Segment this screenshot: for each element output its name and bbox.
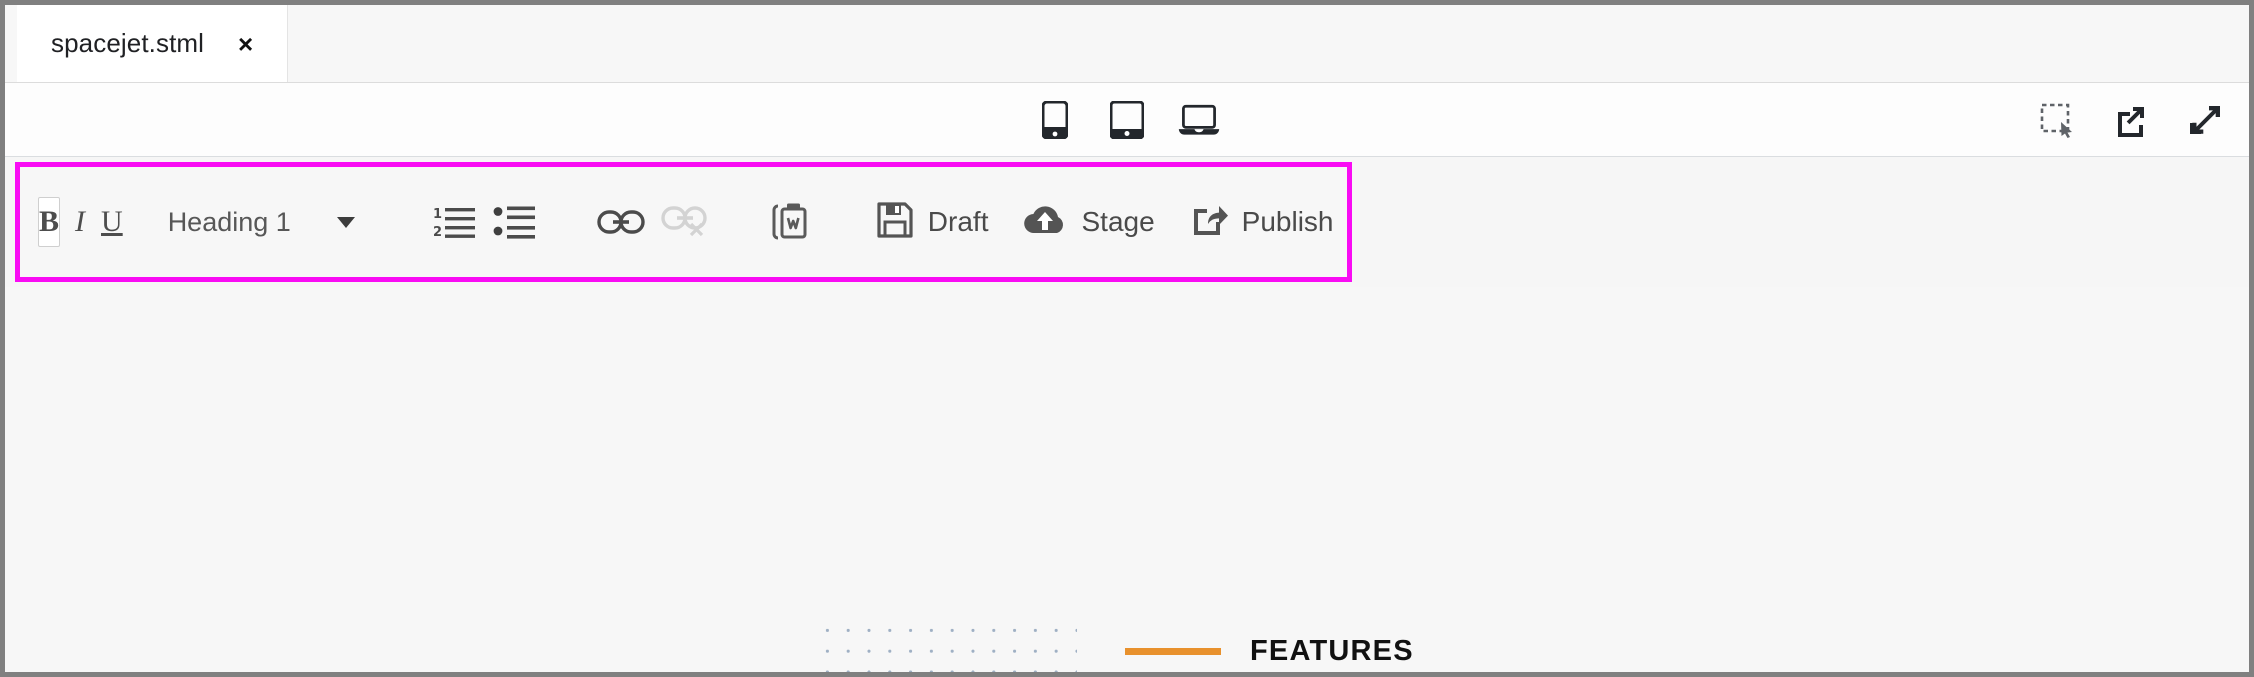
rich-text-toolbar: B I U Heading 1 1 2 Draft Stage Publish — [15, 162, 1352, 282]
stage-button[interactable]: Stage — [1008, 196, 1168, 249]
browser-window: spacejet.stml × B I U Heading 1 1 2 Draf… — [0, 0, 2254, 677]
tab-title: spacejet.stml — [51, 28, 205, 58]
mobile-view-icon[interactable] — [1033, 98, 1077, 142]
close-icon[interactable]: × — [238, 31, 253, 57]
select-region-icon[interactable] — [2035, 98, 2079, 142]
desktop-view-icon[interactable] — [1177, 98, 1221, 142]
paragraph-style-value: Heading 1 — [167, 206, 291, 237]
tab-strip: spacejet.stml × — [5, 5, 2249, 83]
svg-text:2: 2 — [433, 225, 442, 240]
paste-from-word-icon[interactable] — [769, 196, 809, 248]
save-draft-button[interactable]: Draft — [861, 194, 1003, 251]
view-actions-group — [2035, 98, 2227, 142]
publish-button[interactable]: Publish — [1175, 194, 1348, 251]
open-external-icon[interactable] — [2109, 98, 2153, 142]
bulleted-list-icon[interactable] — [493, 196, 537, 248]
publish-label: Publish — [1241, 206, 1334, 237]
browser-tab-spacejet[interactable]: spacejet.stml × — [17, 5, 289, 82]
eyebrow-label: FEATURES — [1250, 635, 1414, 667]
tablet-view-icon[interactable] — [1105, 98, 1149, 142]
expand-fullscreen-icon[interactable] — [2183, 98, 2227, 142]
svg-text:1: 1 — [433, 207, 442, 222]
eyebrow-rule — [1125, 648, 1221, 655]
share-external-icon — [1189, 200, 1229, 245]
cloud-upload-icon — [1022, 202, 1068, 243]
page-preview-canvas: FEATURES interstellar service and amenit… — [5, 287, 2249, 672]
chevron-down-icon — [336, 216, 355, 228]
remove-link-icon[interactable] — [661, 196, 709, 248]
floppy-disk-icon — [875, 200, 915, 245]
numbered-list-icon[interactable]: 1 2 — [433, 196, 477, 248]
device-preview-bar — [5, 83, 2249, 157]
device-toggle-group — [5, 98, 2249, 142]
underline-button[interactable]: U — [100, 197, 124, 247]
stage-label: Stage — [1081, 206, 1155, 237]
insert-link-icon[interactable] — [597, 196, 645, 248]
eyebrow-row: FEATURES — [1125, 635, 2205, 668]
bold-button[interactable]: B — [38, 197, 61, 247]
paragraph-style-select[interactable]: Heading 1 — [168, 207, 355, 238]
save-draft-label: Draft — [927, 206, 989, 237]
decorative-dot-grid-icon — [817, 620, 1077, 672]
editor-toolbar-region: B I U Heading 1 1 2 Draft Stage Publish — [5, 157, 2249, 287]
hero-text-block: FEATURES interstellar service and amenit… — [1125, 635, 2205, 672]
italic-button[interactable]: I — [74, 197, 86, 247]
